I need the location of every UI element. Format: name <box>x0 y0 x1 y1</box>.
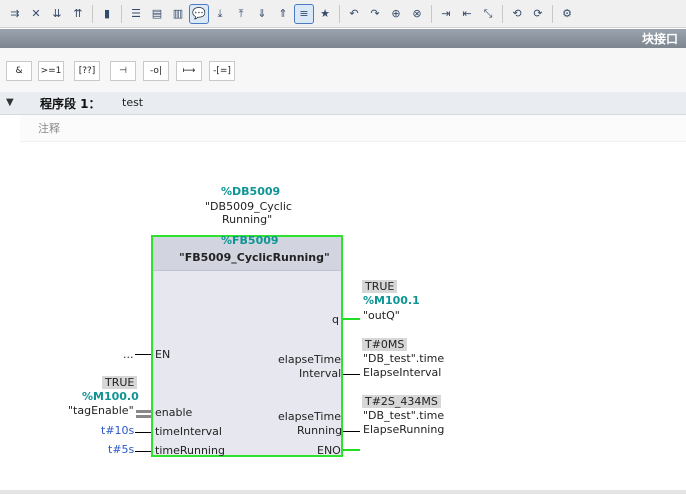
interval-value-monitor: T#0MS <box>362 338 408 351</box>
running-value-monitor: T#2S_434MS <box>362 395 441 408</box>
q-pin-label: q <box>332 313 339 326</box>
elapsetime-running-pin-label-line1: elapseTime <box>278 410 341 423</box>
empty-box-button[interactable]: [??] <box>74 61 100 81</box>
enable-value-monitor: TRUE <box>102 376 138 389</box>
q-wire <box>343 318 360 320</box>
network-left-icon[interactable]: ☰ <box>127 5 145 23</box>
toolbar-separator <box>92 4 93 23</box>
timerunning-wire <box>135 451 151 452</box>
network-close-icon[interactable]: ▥ <box>169 5 187 23</box>
enable-wire-double-lower <box>136 415 151 418</box>
running-out-wire <box>343 431 360 432</box>
eno-wire <box>343 449 360 451</box>
fb-name: "FB5009_CyclicRunning" <box>179 251 330 264</box>
enable-pin-label: enable <box>155 406 193 419</box>
instance-db-address: %DB5009 <box>221 185 281 198</box>
goto-next-icon[interactable]: ↷ <box>366 5 384 23</box>
toolbar-separator <box>552 4 553 23</box>
split-icon[interactable]: ⤡ <box>479 5 497 23</box>
q-value-monitor: TRUE <box>362 280 398 293</box>
elapsetime-interval-pin-label-line2: Interval <box>299 367 342 380</box>
open-branch-button[interactable]: ⊣ <box>110 61 136 81</box>
en-wire-dots[interactable]: ... <box>123 348 134 361</box>
collapse-triangle-icon[interactable]: ▼ <box>6 97 14 108</box>
variable-down-icon[interactable]: ⇓ <box>253 5 271 23</box>
interface-titlebar: 块接口 <box>0 29 686 48</box>
toolbar-separator <box>502 4 503 23</box>
instance-db-name-line1[interactable]: "DB5009_Cyclic <box>205 200 292 213</box>
network-label: 程序段 1： <box>40 97 101 111</box>
q-address: %M100.1 <box>363 294 420 307</box>
variable-up-icon[interactable]: ⇑ <box>274 5 292 23</box>
timeinterval-wire <box>135 432 151 433</box>
assignment-button[interactable]: ⟼ <box>176 61 202 81</box>
en-wire <box>135 354 151 355</box>
instruction-palette: & >=1 [??] ⊣ -o| ⟼ -[=] <box>0 48 686 93</box>
editor-toolbar: ⇉ ✕ ⇊ ⇈ ▮ ☰ ▤ ▥ 💬 ⤓ ⤒ ⇓ ⇑ ≡ ★ ↶ ↷ ⊕ ⊗ ⇥ … <box>0 0 686 28</box>
running-tag-line2[interactable]: ElapseRunning <box>363 423 444 436</box>
network-open-icon[interactable]: ▤ <box>148 5 166 23</box>
toolbar-separator <box>339 4 340 23</box>
enable-tag[interactable]: "tagEnable" <box>68 404 134 417</box>
refresh-fwd-icon[interactable]: ⟳ <box>529 5 547 23</box>
goto-block-icon[interactable]: ⊕ <box>387 5 405 23</box>
instance-down-icon[interactable]: ⤓ <box>211 5 229 23</box>
network-comment[interactable]: 注释 <box>20 115 686 142</box>
q-tag[interactable]: "outQ" <box>363 309 400 322</box>
refresh-back-icon[interactable]: ⟲ <box>508 5 526 23</box>
goto-symbol-icon[interactable]: ⊗ <box>408 5 426 23</box>
interval-literal[interactable]: t#10s <box>101 424 134 437</box>
en-pin-label: EN <box>155 348 171 361</box>
timerunning-pin-label: timeRunning <box>155 444 225 457</box>
ladder-expand-icon[interactable]: ⇈ <box>69 5 87 23</box>
comment-placeholder: 注释 <box>38 122 60 135</box>
ladder-insert-icon[interactable]: ⇉ <box>6 5 24 23</box>
network-header[interactable]: ▼ 程序段 1： test <box>0 92 686 115</box>
window-title[interactable]: 块接口 <box>642 30 678 47</box>
horizontal-scrollbar[interactable] <box>0 490 686 494</box>
toolbar-separator <box>431 4 432 23</box>
enable-address: %M100.0 <box>82 390 139 403</box>
settings-icon[interactable]: ⚙ <box>558 5 576 23</box>
running-literal[interactable]: t#5s <box>108 443 134 456</box>
goto-prev-icon[interactable]: ↶ <box>345 5 363 23</box>
enable-wire-double <box>136 410 151 413</box>
eno-pin-label: ENO <box>317 444 341 457</box>
ladder-collapse-icon[interactable]: ⇊ <box>48 5 66 23</box>
interval-tag-line2[interactable]: ElapseInterval <box>363 366 441 379</box>
interval-out-wire <box>343 374 360 375</box>
timeinterval-pin-label: timeInterval <box>155 425 222 438</box>
instance-up-icon[interactable]: ⤒ <box>232 5 250 23</box>
coil-button[interactable]: -[=] <box>209 61 235 81</box>
favorites-icon[interactable]: ★ <box>316 5 334 23</box>
elapsetime-running-pin-label-line2: Running <box>297 424 343 437</box>
ladder-delete-icon[interactable]: ✕ <box>27 5 45 23</box>
fb-address: %FB5009 <box>221 234 279 247</box>
comment-icon[interactable]: 💬 <box>189 3 209 24</box>
indent-icon[interactable]: ⇥ <box>437 5 455 23</box>
and-button[interactable]: & <box>6 61 32 81</box>
toolbar-separator <box>121 4 122 23</box>
list-view-icon[interactable]: ≡ <box>294 3 314 24</box>
elapsetime-interval-pin-label-line1: elapseTime <box>278 353 341 366</box>
network-name[interactable]: test <box>122 96 143 109</box>
running-tag-line1[interactable]: "DB_test".time <box>363 409 444 422</box>
interval-tag-line1[interactable]: "DB_test".time <box>363 352 444 365</box>
outdent-icon[interactable]: ⇤ <box>458 5 476 23</box>
or-button[interactable]: >=1 <box>38 61 64 81</box>
negation-button[interactable]: -o| <box>143 61 169 81</box>
instance-db-name-line2[interactable]: Running" <box>222 213 272 226</box>
monitor-icon[interactable]: ▮ <box>98 5 116 23</box>
